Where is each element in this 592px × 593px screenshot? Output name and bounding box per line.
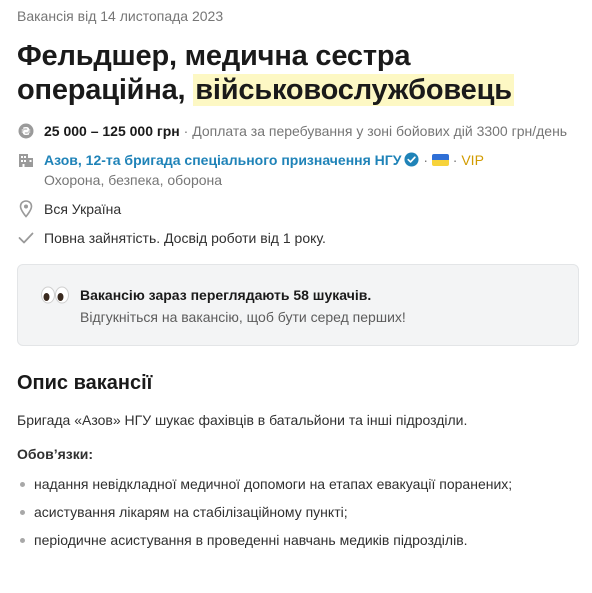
vacancy-page: Вакансія від 14 листопада 2023 Фельдшер,… [17, 0, 579, 558]
list-item: асистування лікарям на стабілізаційному … [17, 502, 579, 522]
duties-heading: Обов’язки: [17, 446, 93, 462]
description-heading: Опис вакансії [17, 372, 153, 394]
building-icon [17, 150, 35, 170]
page-title: Фельдшер, медична сестра операційна, вій… [17, 39, 579, 107]
checkmark-icon [17, 228, 35, 248]
salary-note: Доплата за перебування у зоні бойових ді… [192, 123, 568, 139]
salary-separator: · [183, 123, 189, 139]
salary-text: 25 000 – 125 000 грн · Доплата за перебу… [44, 121, 567, 141]
vacancy-meta: ₴ 25 000 – 125 000 грн · Доплата за пере… [17, 121, 579, 248]
employment-text: Повна зайнятість. Досвід роботи від 1 ро… [44, 230, 326, 246]
eyes-icon [41, 286, 69, 304]
company-link[interactable]: Азов, 12-та бригада спеціального признач… [44, 152, 401, 168]
description-text: Бригада «Азов» НГУ шукає фахівців в бата… [17, 412, 468, 428]
callout-subtitle: Відгукніться на вакансію, щоб бути серед… [80, 309, 406, 325]
vip-badge[interactable]: VIP [461, 152, 484, 168]
company-industry: Охорона, безпека, оборона [44, 172, 223, 188]
salary-amount: 25 000 – 125 000 грн [44, 123, 180, 139]
ukraine-flag-icon [431, 154, 449, 166]
location-row: Вся Україна [17, 199, 579, 219]
title-highlight: військовослужбовець [193, 74, 514, 106]
duties-list: надання невідкладної медичної допомоги н… [17, 474, 579, 550]
company-row: Азов, 12-та бригада спеціального признач… [17, 150, 579, 190]
posted-date: Вакансія від 14 листопада 2023 [17, 8, 224, 24]
vip-separator: · [452, 152, 458, 168]
location-text: Вся Україна [44, 201, 122, 217]
viewers-callout: Вакансію зараз переглядають 58 шукачів. … [17, 264, 579, 346]
currency-icon: ₴ [17, 121, 35, 141]
verified-check-icon [404, 152, 419, 167]
svg-text:₴: ₴ [21, 125, 30, 138]
employment-row: Повна зайнятість. Досвід роботи від 1 ро… [17, 228, 579, 248]
callout-title: Вакансію зараз переглядають 58 шукачів. [80, 287, 372, 303]
list-item: надання невідкладної медичної допомоги н… [17, 474, 579, 494]
salary-row: ₴ 25 000 – 125 000 грн · Доплата за пере… [17, 121, 579, 141]
list-item: періодичне асистування в проведенні навч… [17, 530, 579, 550]
location-pin-icon [17, 199, 35, 219]
company-info: Азов, 12-та бригада спеціального признач… [44, 150, 484, 190]
company-separator: · [423, 152, 428, 168]
